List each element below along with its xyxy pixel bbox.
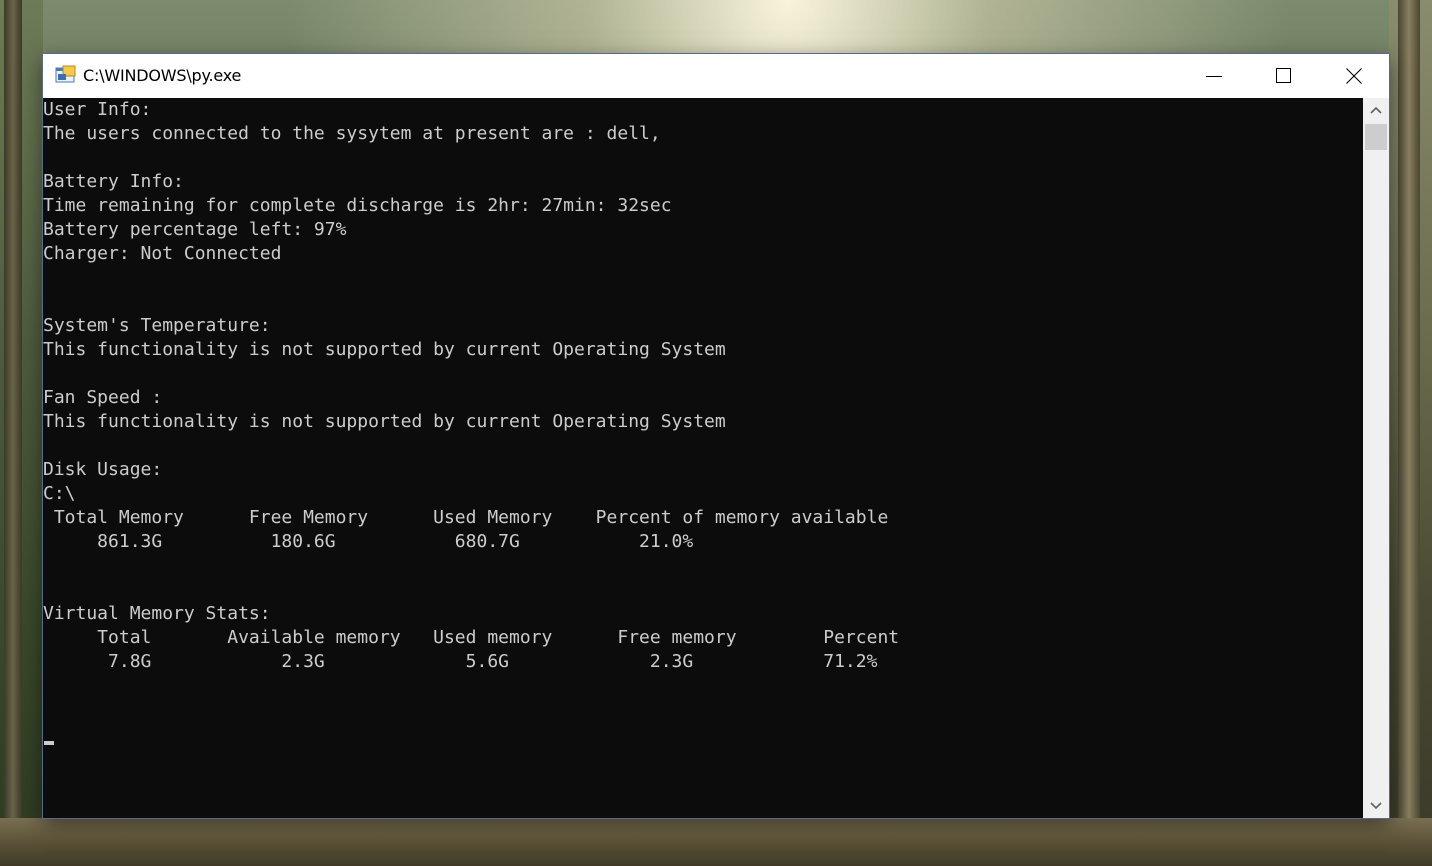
console-line: Total Memory Free Memory Used Memory Per… xyxy=(43,507,889,528)
console-app-icon xyxy=(55,65,77,85)
chevron-down-icon xyxy=(1370,802,1382,810)
console-line: Virtual Memory Stats: xyxy=(43,603,271,624)
minimize-icon xyxy=(1206,76,1222,77)
scroll-up-button[interactable] xyxy=(1363,100,1389,120)
console-window[interactable]: C:\WINDOWS\py.exe User Info: The users c… xyxy=(43,54,1389,818)
console-line: 7.8G 2.3G 5.6G 2.3G 71.2% xyxy=(43,651,878,672)
maximize-button[interactable] xyxy=(1249,54,1319,98)
console-line: This functionality is not supported by c… xyxy=(43,339,726,360)
console-line: 861.3G 180.6G 680.7G 21.0% xyxy=(43,531,694,552)
tree-trunk xyxy=(4,0,22,866)
console-line: This functionality is not supported by c… xyxy=(43,411,726,432)
console-line: Total Available memory Used memory Free … xyxy=(43,627,900,648)
console-output[interactable]: User Info: The users connected to the sy… xyxy=(43,98,1363,818)
title-bar[interactable]: C:\WINDOWS\py.exe xyxy=(43,54,1389,98)
console-line: Disk Usage: xyxy=(43,459,163,480)
tree-trunk xyxy=(1398,0,1420,866)
vertical-scrollbar[interactable] xyxy=(1363,98,1389,818)
console-line: Time remaining for complete discharge is… xyxy=(43,195,672,216)
chevron-up-icon xyxy=(1370,106,1382,114)
console-line: Battery Info: xyxy=(43,171,184,192)
console-line: Charger: Not Connected xyxy=(43,243,282,264)
text-cursor xyxy=(44,741,54,745)
window-title: C:\WINDOWS\py.exe xyxy=(83,66,242,85)
scroll-thumb[interactable] xyxy=(1365,124,1387,150)
maximize-icon xyxy=(1276,68,1291,83)
console-line: C:\ xyxy=(43,483,76,504)
minimize-button[interactable] xyxy=(1179,54,1249,98)
forest-path xyxy=(0,818,1432,866)
close-icon xyxy=(1346,68,1362,84)
console-line: User Info: xyxy=(43,99,152,120)
console-line: Battery percentage left: 97% xyxy=(43,219,347,240)
console-line: System's Temperature: xyxy=(43,315,271,336)
scroll-down-button[interactable] xyxy=(1363,796,1389,816)
console-line: Fan Speed : xyxy=(43,387,163,408)
console-line: The users connected to the sysytem at pr… xyxy=(43,123,661,144)
close-button[interactable] xyxy=(1319,54,1389,98)
